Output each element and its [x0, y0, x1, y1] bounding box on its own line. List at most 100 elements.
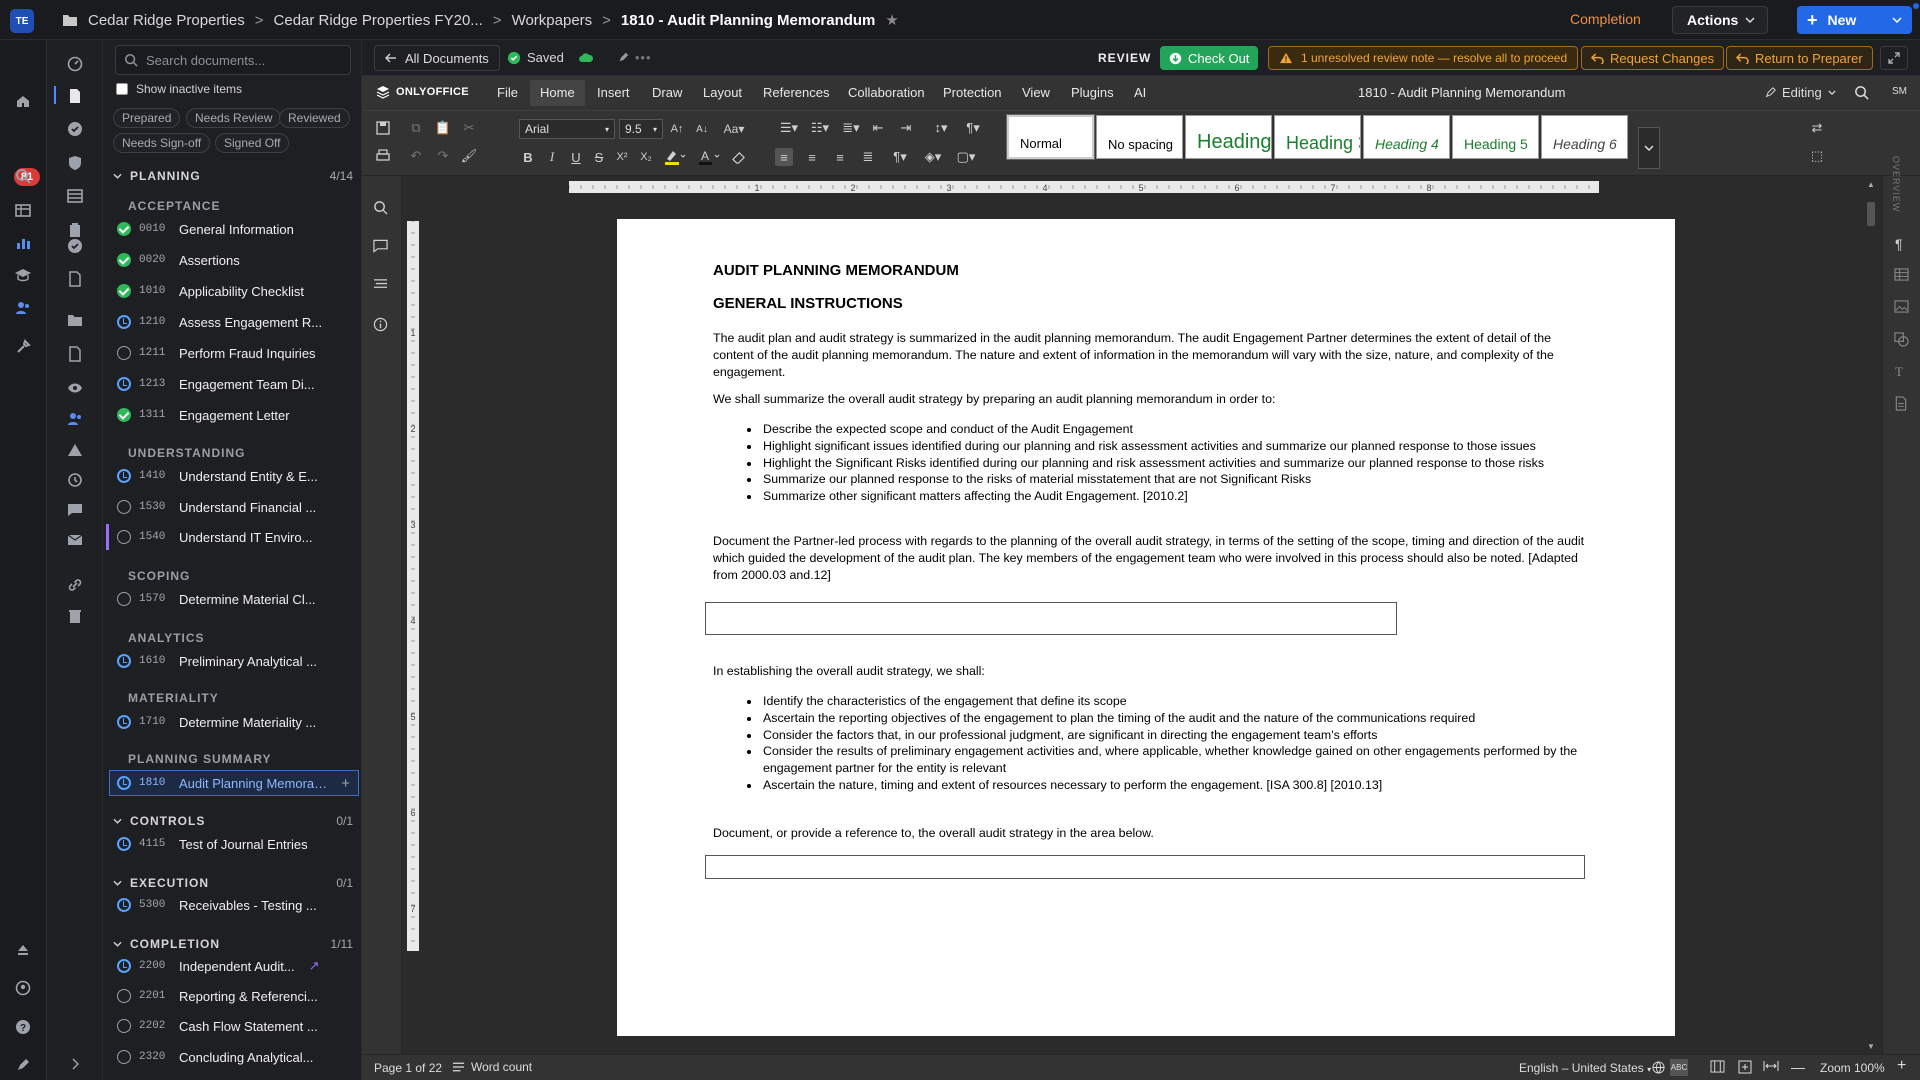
list-item[interactable]: 2201 Reporting & Referenci... [117, 983, 357, 1009]
search-icon[interactable] [13, 166, 33, 186]
graduation-icon[interactable] [13, 265, 33, 285]
image-settings-icon[interactable] [1894, 300, 1909, 313]
align-center-icon[interactable]: ≡ [803, 148, 821, 166]
filter-needs-review[interactable]: Needs Review [186, 108, 282, 128]
documents-icon[interactable] [65, 86, 85, 106]
filter-prepared[interactable]: Prepared [113, 108, 181, 128]
list-item[interactable]: 1610 Preliminary Analytical ... [117, 648, 357, 674]
chart-icon[interactable] [13, 233, 33, 253]
style-heading-5[interactable]: Heading 5 [1452, 115, 1539, 159]
strikethrough-icon[interactable]: S [590, 148, 608, 166]
list-item[interactable]: 1810 Audit Planning Memoran... + [109, 770, 359, 796]
tab-protection[interactable]: Protection [943, 85, 1002, 100]
list-item[interactable]: 1530 Understand Financial ... [117, 494, 357, 520]
page-icon[interactable] [65, 344, 85, 364]
italic-icon[interactable]: I [543, 148, 561, 166]
comments-icon[interactable] [373, 239, 388, 253]
show-inactive-checkbox[interactable] [116, 83, 128, 95]
horizontal-ruler[interactable]: 1 2 3 4 5 6 7 8 [569, 181, 1599, 193]
workspace-avatar[interactable]: TE [10, 9, 34, 33]
show-inactive-toggle[interactable]: Show inactive items [116, 82, 242, 96]
tab-insert[interactable]: Insert [597, 85, 630, 100]
editing-mode-dropdown[interactable]: Editing [1765, 85, 1836, 100]
textart-settings-icon[interactable]: T [1895, 364, 1903, 380]
list-item[interactable]: 0020 Assertions [117, 247, 357, 273]
filter-reviewed[interactable]: Reviewed [279, 108, 350, 128]
eye-icon[interactable] [65, 378, 85, 398]
style-gallery-more-icon[interactable] [1638, 127, 1660, 169]
select-all-icon[interactable]: ⬚ [1808, 147, 1826, 165]
zoom-out-icon[interactable]: — [1791, 1059, 1805, 1075]
list-item[interactable]: 4115 Test of Journal Entries [117, 831, 357, 857]
shield-icon[interactable] [65, 153, 85, 173]
user-avatar[interactable]: SM [1892, 86, 1907, 97]
style-heading-6[interactable]: Heading 6 [1541, 115, 1628, 159]
superscript-icon[interactable]: X² [613, 148, 631, 166]
list-item[interactable]: 1710 Determine Materiality ... [117, 709, 357, 735]
pen-icon[interactable] [13, 1055, 33, 1075]
format-painter-icon[interactable]: 🖌 [460, 147, 478, 165]
tab-collaboration[interactable]: Collaboration [848, 85, 925, 100]
multilevel-icon[interactable]: ≣▾ [837, 119, 865, 137]
mail-icon[interactable] [65, 530, 85, 550]
eject-icon[interactable] [13, 940, 33, 960]
increase-font-icon[interactable]: A↑ [668, 120, 686, 138]
tab-home[interactable]: Home [530, 80, 585, 106]
list-item[interactable]: 2200 Independent Audit... ↗ [117, 953, 357, 979]
style-normal[interactable]: Normal [1006, 114, 1095, 160]
team-icon[interactable] [65, 409, 85, 429]
fit-page-icon[interactable] [1738, 1060, 1752, 1074]
style-heading-4[interactable]: Heading 4 [1363, 115, 1450, 159]
section-execution[interactable]: EXECUTION 0/1 [113, 876, 353, 890]
change-case-icon[interactable]: Aa▾ [721, 120, 747, 138]
list-item[interactable]: 2202 Cash Flow Statement ... [117, 1013, 357, 1039]
shape-settings-icon[interactable] [1894, 332, 1909, 347]
globe-icon[interactable] [1652, 1061, 1665, 1074]
align-right-icon[interactable]: ≡ [831, 148, 849, 166]
list-item[interactable]: 1570 Determine Material Cl... [117, 586, 357, 612]
justify-icon[interactable]: ≣ [859, 148, 877, 166]
underline-icon[interactable]: U [567, 148, 585, 166]
paste-icon[interactable]: 📋 [434, 119, 452, 137]
tab-references[interactable]: References [763, 85, 829, 100]
form-settings-icon[interactable] [1894, 396, 1908, 411]
grid-icon[interactable] [13, 200, 33, 220]
undo-icon[interactable]: ↶ [407, 147, 425, 165]
external-link-icon[interactable]: ↗ [309, 958, 320, 974]
history-icon[interactable] [65, 470, 85, 490]
info-icon[interactable] [373, 317, 388, 332]
section-completion[interactable]: COMPLETION 1/11 [113, 937, 353, 951]
font-size-select[interactable]: 9.5 ▾ [619, 119, 663, 139]
highlight-icon[interactable] [662, 148, 688, 166]
replace-icon[interactable]: ⇄ [1808, 119, 1826, 137]
shading-icon[interactable]: ◈▾ [919, 148, 947, 166]
folder-open-icon[interactable] [65, 310, 85, 330]
save-icon[interactable] [374, 119, 392, 137]
borders-icon[interactable]: ▢▾ [952, 148, 980, 166]
tab-layout[interactable]: Layout [703, 85, 742, 100]
zoom-in-icon[interactable]: + [1897, 1057, 1906, 1075]
zoom-level[interactable]: Zoom 100% [1820, 1061, 1885, 1075]
request-changes-button[interactable]: Request Changes [1581, 46, 1725, 70]
partner-process-input-box[interactable] [705, 602, 1397, 635]
eraser-icon[interactable] [729, 148, 747, 166]
dashboard-icon[interactable] [65, 54, 85, 74]
overview-label[interactable]: OVERVIEW [1891, 156, 1901, 212]
strategy-input-box[interactable] [705, 855, 1585, 879]
filter-signed-off[interactable]: Signed Off [215, 133, 290, 153]
font-color-icon[interactable]: A [696, 148, 722, 166]
add-icon[interactable]: + [341, 775, 350, 792]
list-item[interactable]: 5300 Receivables - Testing ... [117, 892, 357, 918]
document-page[interactable]: AUDIT PLANNING MEMORANDUM GENERAL INSTRU… [617, 219, 1675, 1036]
more-dots-icon[interactable]: ••• [635, 50, 652, 65]
vertical-ruler[interactable]: 1 2 3 4 5 6 7 [407, 221, 419, 951]
help-icon[interactable]: ? [13, 1017, 33, 1037]
align-left-icon[interactable]: ≡ [775, 148, 793, 166]
word-count-button[interactable]: Word count [452, 1060, 532, 1074]
copy-icon[interactable]: ⧉ [407, 119, 425, 137]
nonprinting-icon[interactable]: ¶▾ [887, 148, 913, 166]
section-controls[interactable]: CONTROLS 0/1 [113, 814, 353, 828]
list-item[interactable]: 1311 Engagement Letter [117, 402, 357, 428]
scroll-up-icon[interactable]: ▲ [1867, 180, 1875, 189]
line-spacing-icon[interactable]: ↕▾ [927, 119, 955, 137]
